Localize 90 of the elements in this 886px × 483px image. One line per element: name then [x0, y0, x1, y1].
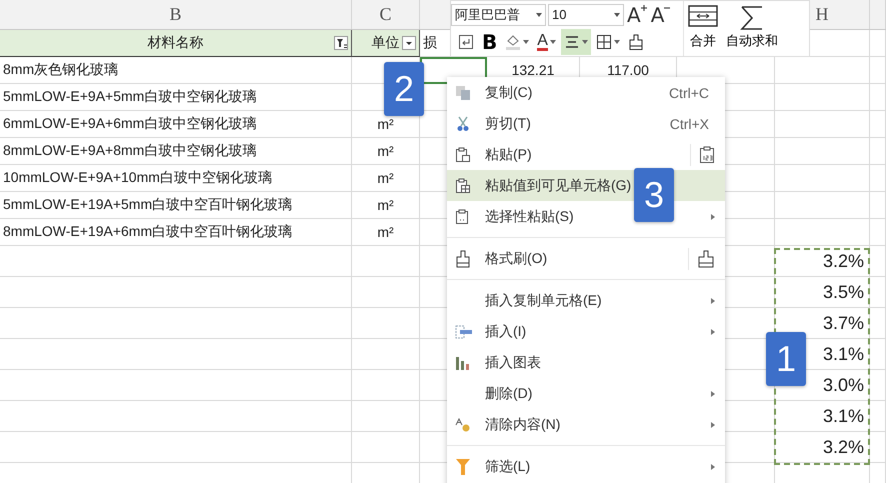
sigma-icon: [740, 5, 764, 31]
menu-item[interactable]: 筛选(L): [447, 451, 725, 482]
borders-icon: [596, 34, 612, 50]
merge-cells-icon: [688, 5, 718, 27]
table-cell: m²: [377, 116, 394, 132]
empty-cell: [870, 370, 886, 401]
brush-icon: [628, 34, 644, 50]
empty-cell: [870, 432, 886, 463]
table-cell: 117.00: [607, 62, 649, 78]
font-size-field[interactable]: 10: [548, 4, 624, 26]
table-cell-text: 3.5%: [822, 282, 865, 302]
grow-font-button[interactable]: A: [626, 2, 648, 27]
table-cell: 5mmLOW-E+19A+5mm白玻中空百叶钢化玻璃: [3, 196, 292, 214]
bold-button[interactable]: B: [479, 29, 500, 56]
table-cell: 8mmLOW-E+19A+6mm白玻中空百叶钢化玻璃: [3, 223, 292, 241]
caret-icon: [614, 12, 620, 17]
menu-item[interactable]: 复制(C) Ctrl+C: [447, 77, 725, 108]
eraser-icon: [455, 416, 471, 432]
font-field[interactable]: 阿里巴巴普: [451, 4, 546, 26]
paint-bucket-icon: [505, 34, 522, 50]
table-cell: m²: [377, 224, 394, 240]
insert-cells-icon: [455, 324, 473, 340]
empty-cell: [870, 192, 886, 219]
caret-icon: [536, 12, 542, 17]
empty-cell: [870, 401, 886, 432]
table-cell: 6mmLOW-E+9A+6mm白玻中空钢化玻璃: [3, 115, 256, 133]
wrap-text-icon: [458, 34, 474, 50]
align-center-icon: [564, 34, 580, 50]
table-cell: 10mmLOW-E+9A+10mm白玻中空钢化玻璃: [3, 169, 272, 187]
empty-cell: [870, 339, 886, 370]
menu-item[interactable]: 清除内容(N): [447, 409, 725, 440]
table-cell-text: 3.1%: [822, 344, 865, 364]
bar-chart-icon: [455, 354, 471, 370]
menu-item[interactable]: 插入(I): [447, 316, 725, 347]
table-cell: 8mm灰色钢化玻璃: [3, 61, 118, 79]
font-color-button[interactable]: A: [534, 29, 559, 56]
table-cell: m²: [377, 197, 394, 213]
shrink-font-button[interactable]: A: [650, 2, 672, 27]
table-cell-text: 3.2%: [822, 436, 865, 458]
table-cell: 5mmLOW-E+9A+5mm白玻中空钢化玻璃: [3, 88, 256, 106]
empty-cell: [870, 111, 886, 138]
menu-item[interactable]: 删除(D): [447, 378, 725, 409]
empty-cell: [870, 57, 886, 84]
empty-cell: [870, 84, 886, 111]
column-header[interactable]: C: [379, 4, 392, 25]
column-header[interactable]: H: [816, 4, 828, 25]
brush-icon[interactable]: [697, 250, 715, 268]
table-cell: 132.21: [512, 62, 554, 78]
align-center-button[interactable]: [560, 29, 591, 56]
autosum-button[interactable]: 自动求和: [722, 1, 782, 56]
table-cell-text: 3.0%: [822, 374, 865, 396]
menu-item[interactable]: 插入复制单元格(E): [447, 285, 725, 316]
scissors-icon: [455, 116, 471, 132]
step-badge: 2: [384, 62, 424, 116]
dropdown-icon[interactable]: [402, 36, 416, 50]
minus-icon: [664, 4, 670, 11]
column-header[interactable]: B: [169, 4, 182, 25]
header-label: 材料名称: [148, 34, 204, 52]
filter-icon: [455, 458, 471, 476]
table-cell-text: 3.1%: [822, 406, 865, 426]
empty-cell: [870, 308, 886, 339]
step-badge: 1: [766, 332, 806, 386]
empty-cell: [870, 219, 886, 246]
menu-item[interactable]: 剪切(T) Ctrl+X: [447, 108, 725, 139]
caret-icon: [614, 40, 620, 44]
merge-button[interactable]: 合并: [684, 1, 722, 56]
clipboard-icon: [455, 146, 471, 162]
paste-values-icon[interactable]: [699, 146, 715, 164]
empty-cell: [870, 138, 886, 165]
brush-icon: [455, 250, 471, 268]
paste-table-icon: [455, 178, 471, 194]
menu-item[interactable]: 粘贴(P): [447, 139, 725, 170]
step-badge: 3: [634, 168, 674, 222]
menu-item[interactable]: 格式刷(O): [447, 243, 725, 274]
caret-icon: [550, 40, 556, 44]
menu-item[interactable]: 插入图表: [447, 347, 725, 378]
empty-cell: [870, 165, 886, 192]
plus-icon: [640, 4, 647, 11]
header-label: 单位: [372, 34, 400, 52]
table-cell-text: 3.2%: [822, 250, 865, 272]
copy-icon: [455, 84, 471, 100]
table-cell-text: 3.7%: [822, 312, 865, 334]
caret-icon: [582, 40, 588, 44]
clipboard-icon: [455, 208, 471, 224]
table-cell: 8mmLOW-E+9A+8mm白玻中空钢化玻璃: [3, 142, 256, 160]
caret-icon: [523, 40, 530, 44]
header-label: 损: [423, 34, 437, 52]
filter-icon[interactable]: [334, 36, 348, 50]
table-cell: m²: [377, 170, 394, 186]
table-cell: m²: [377, 143, 394, 159]
